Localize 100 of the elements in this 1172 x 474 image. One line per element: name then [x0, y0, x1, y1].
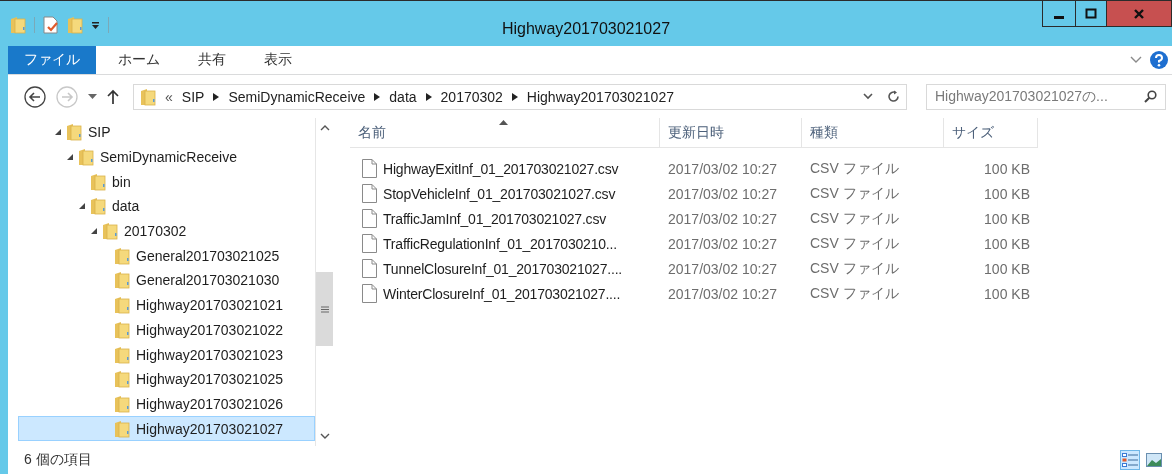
expanded-arrow-icon[interactable] [78, 202, 86, 211]
breadcrumb-arrow-icon[interactable] [511, 92, 518, 101]
refresh-icon[interactable] [887, 90, 900, 103]
file-size: 100 KB [983, 260, 1031, 277]
grip-icon [320, 305, 329, 313]
file-name[interactable]: TunnelClosureInf_01_201703021027.... [383, 260, 623, 277]
chevron-down-icon[interactable] [1130, 56, 1142, 64]
folder-icon [66, 123, 82, 142]
column-header[interactable]: サイズ [944, 118, 1038, 148]
sort-ascending-icon [499, 120, 508, 125]
tree-item[interactable]: data [18, 194, 315, 219]
breadcrumb-arrow-icon[interactable] [213, 92, 220, 101]
folder-icon [114, 271, 130, 290]
expanded-arrow-icon[interactable] [66, 153, 74, 162]
close-icon[interactable] [1133, 7, 1145, 20]
file-type: CSV ファイル [809, 234, 900, 253]
breadcrumb-arrow-icon[interactable] [425, 92, 432, 101]
folder-icon [114, 394, 130, 413]
file-type: CSV ファイル [809, 259, 900, 278]
tree-item[interactable]: Highway201703021027 [18, 416, 315, 441]
tree-item[interactable]: SemiDynamicReceive [18, 144, 315, 170]
overflow-crumb[interactable]: « [165, 88, 173, 105]
tree-item[interactable]: SIP [18, 120, 315, 145]
ribbon-tab[interactable]: ファイル [8, 46, 96, 74]
tree-item[interactable]: Highway201703021026 [18, 391, 315, 417]
ribbon-tab[interactable]: 共有 [182, 46, 242, 74]
recent-dropdown-icon[interactable] [88, 93, 97, 100]
file-type: CSV ファイル [809, 284, 900, 303]
folder-icon [114, 320, 130, 339]
file-size: 100 KB [983, 160, 1031, 177]
file-type: CSV ファイル [809, 184, 900, 203]
breadcrumb[interactable]: SIP [181, 88, 205, 105]
file-size: 100 KB [983, 235, 1031, 252]
modified-date: 2017/03/02 10:27 [667, 185, 778, 202]
file-name[interactable]: WinterClosureInf_01_201703021027.... [383, 285, 621, 302]
expanded-arrow-icon[interactable] [90, 227, 98, 236]
file-type: CSV ファイル [809, 209, 900, 228]
properties-icon[interactable] [43, 16, 59, 34]
file-icon [362, 209, 377, 228]
breadcrumb[interactable]: SemiDynamicReceive [228, 88, 366, 105]
file-name[interactable]: TrafficJamInf_01_201703021027.csv [383, 210, 606, 227]
folder-icon [102, 222, 118, 241]
folder-icon [114, 246, 130, 265]
tree-item[interactable]: Highway201703021021 [18, 292, 315, 318]
modified-date: 2017/03/02 10:27 [667, 235, 778, 252]
up-arrow-icon[interactable] [107, 88, 119, 105]
item-count: 6 個の項目 [24, 451, 92, 469]
scroll-up-icon[interactable] [320, 124, 330, 131]
tree-item[interactable]: bin [18, 169, 315, 195]
address-bar[interactable]: « SIP SemiDynamicReceive data 20170302 Highway201703021027 [133, 83, 907, 110]
file-type: CSV ファイル [809, 159, 900, 178]
file-icon [362, 234, 377, 253]
expanded-arrow-icon[interactable] [54, 128, 62, 137]
folder-icon [114, 345, 130, 364]
folder-icon [78, 148, 94, 167]
ribbon-tab[interactable]: 表示 [248, 46, 308, 74]
tree-item[interactable]: Highway201703021025 [18, 366, 315, 392]
help-icon[interactable] [1150, 51, 1168, 69]
column-header[interactable]: 種類 [802, 118, 944, 148]
column-header[interactable]: 名前 [350, 118, 660, 148]
breadcrumb[interactable]: Highway201703021027 [526, 88, 674, 105]
dropdown-icon[interactable] [91, 20, 100, 30]
column-header[interactable]: 更新日時 [660, 118, 802, 148]
file-size: 100 KB [983, 285, 1031, 302]
chevron-down-icon[interactable] [863, 93, 873, 100]
folder-icon [10, 16, 26, 34]
file-icon [362, 284, 377, 303]
folder-icon [114, 370, 130, 389]
breadcrumb[interactable]: 20170302 [440, 88, 503, 105]
folder-icon [90, 172, 106, 191]
tree-item[interactable]: General201703021025 [18, 243, 315, 269]
scroll-down-icon[interactable] [320, 433, 330, 440]
window-title: Highway201703021027 [501, 20, 671, 37]
file-name[interactable]: StopVehicleInf_01_201703021027.csv [383, 185, 616, 202]
breadcrumb[interactable]: data [389, 88, 417, 105]
minimize-button[interactable] [1042, 1, 1076, 27]
search-field[interactable]: Highway201703021027の... [926, 83, 1166, 110]
maximize-icon[interactable] [1085, 7, 1097, 20]
modified-date: 2017/03/02 10:27 [667, 260, 778, 277]
tree-item[interactable]: Highway201703021022 [18, 317, 315, 343]
tree-item[interactable]: Highway201703021023 [18, 342, 315, 367]
folder-icon [114, 296, 130, 315]
search-icon[interactable] [1144, 90, 1157, 103]
tree-item[interactable]: 20170302 [18, 218, 315, 244]
close-button[interactable] [1106, 1, 1172, 27]
file-icon [362, 159, 377, 178]
scroll-thumb[interactable] [316, 272, 333, 346]
modified-date: 2017/03/02 10:27 [667, 210, 778, 227]
back-button[interactable] [24, 85, 46, 108]
tree-item[interactable]: General201703021030 [18, 268, 315, 293]
modified-date: 2017/03/02 10:27 [667, 285, 778, 302]
folder-icon [90, 197, 106, 216]
ribbon-tab[interactable]: ホーム [102, 46, 176, 74]
file-icon [362, 184, 377, 203]
file-size: 100 KB [983, 185, 1031, 202]
breadcrumb-arrow-icon[interactable] [374, 92, 381, 101]
modified-date: 2017/03/02 10:27 [667, 160, 778, 177]
file-name[interactable]: TrafficRegulationInf_01_2017030210... [383, 235, 617, 252]
folder-icon [140, 87, 156, 106]
file-name[interactable]: HighwayExitInf_01_201703021027.csv [383, 160, 619, 177]
